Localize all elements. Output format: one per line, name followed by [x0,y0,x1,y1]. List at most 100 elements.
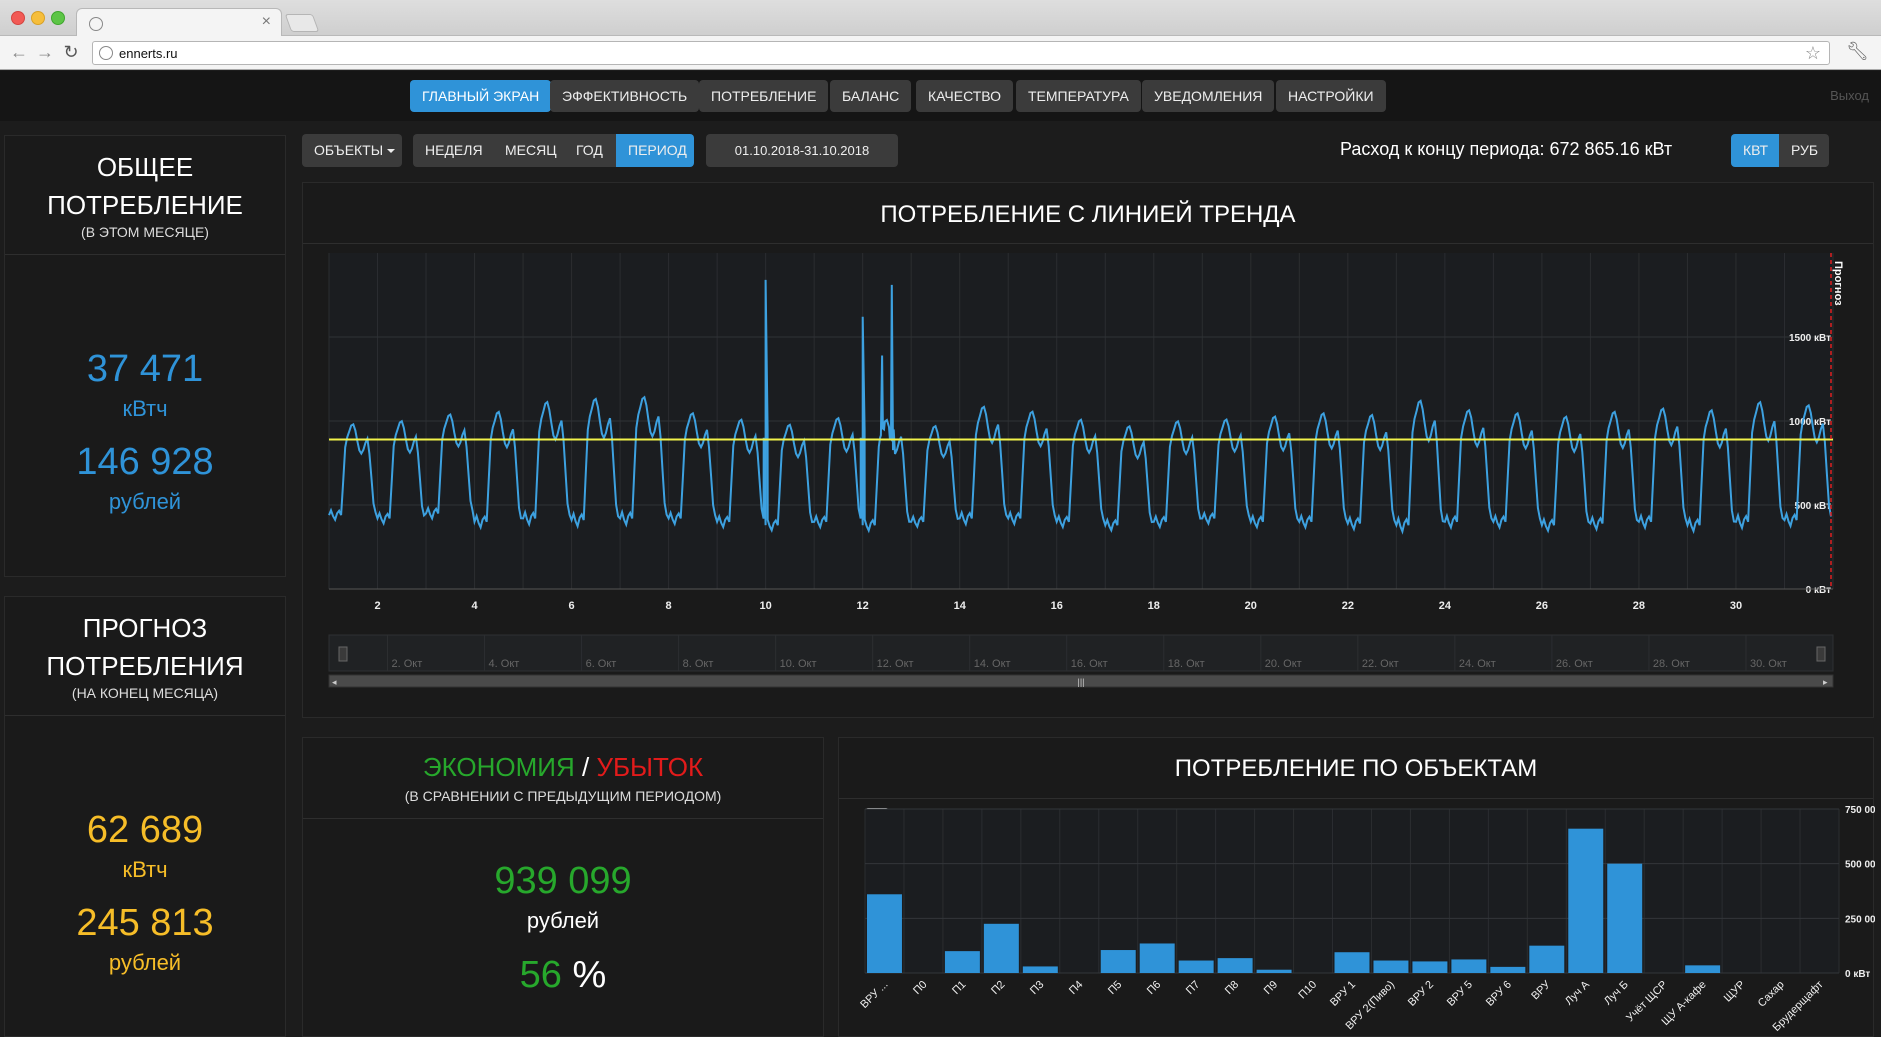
economy-panel: ЭКОНОМИЯ / УБЫТОК (В СРАВНЕНИИ С ПРЕДЫДУ… [302,737,824,1037]
x-tick-label: 4 [471,600,478,612]
x-category-label: ВРУ [1529,978,1553,1002]
reload-icon[interactable]: ↻ [60,42,82,63]
navigator-date-label: 24. Окт [1459,658,1496,670]
forecast-kwh-value: 62 689 [86,809,204,851]
bar [1373,960,1409,973]
url-text: ennerts.ru [119,46,178,61]
x-tick-label: 20 [1245,600,1257,612]
app-root: { "browser": { "url": "ennerts.ru" }, "n… [0,0,1881,1037]
objects-label: ОБЪЕКТЫ [314,142,384,158]
economy-title: ЭКОНОМИЯ [422,752,575,782]
bar [1607,863,1643,973]
bar [1451,959,1487,973]
nav-main-screen[interactable]: ГЛАВНЫЙ ЭКРАН [410,80,552,112]
nav-efficiency[interactable]: ЭФФЕКТИВНОСТЬ [550,80,700,112]
caret-down-icon [387,149,396,154]
browser-toolbar: ← → ↻ ennerts.ru ☆ 🔧︎ [0,36,1881,70]
x-category-label: П5 [1106,979,1124,997]
browser-tab[interactable]: × [76,8,282,38]
x-category-label: ВРУ 2 [1406,979,1436,1009]
y-tick-label: 1500 кВт [1789,333,1831,344]
loss-title: УБЫТОК [596,752,704,782]
back-arrow-icon[interactable]: ← [8,42,30,63]
year-button[interactable]: ГОД [564,134,616,167]
nav-settings[interactable]: НАСТРОЙКИ [1276,80,1386,112]
x-category-label: П7 [1184,979,1202,997]
bar [1178,960,1214,973]
navigator-date-label: 26. Окт [1556,658,1593,670]
y-tick-label: 500 кВт [1795,501,1832,512]
navigator-date-label: 6. Окт [586,658,617,670]
bookmark-star-icon[interactable]: ☆ [1805,43,1821,64]
date-range-field[interactable]: 01.10.2018-31.10.2018 [706,134,898,167]
y-tick-label: 1000 кВт [1789,417,1831,428]
objects-dropdown[interactable]: ОБЪЕКТЫ [302,134,402,167]
x-category-label: П4 [1067,979,1085,997]
navigator-date-label: 22. Окт [1362,658,1399,670]
total-title-line1: ОБЩЕЕ [96,152,194,182]
nav-quality[interactable]: КАЧЕСТВО [916,80,1014,112]
bar [944,951,980,973]
logout-link[interactable]: Выход [1830,88,1869,103]
x-tick-label: 22 [1342,600,1354,612]
bar [1217,958,1253,973]
total-title-line2: ПОТРЕБЛЕНИЕ [47,190,243,220]
x-tick-label: 28 [1633,600,1645,612]
forecast-label: Прогноз [1832,261,1844,306]
period-button[interactable]: ПЕРИОД [616,134,694,167]
objects-bar-chart: 0 кВт 250 000 кВт 500 000 кВт 750 000 кВт ВР… [858,805,1875,1034]
forward-arrow-icon[interactable]: → [34,42,56,63]
navigator-date-label: 4. Окт [489,658,520,670]
wrench-icon[interactable]: 🔧︎ [1846,41,1869,62]
unit-rub-button[interactable]: РУБ [1779,134,1829,167]
bar [1022,966,1058,973]
scroll-left-icon: ◂ [332,677,337,687]
forecast-rub-unit: рублей [108,950,182,975]
y-tick-label: 500 000 кВт [1845,860,1875,871]
maximize-window-icon[interactable] [51,11,65,25]
bar [1412,961,1448,973]
x-category-label: П9 [1262,979,1280,997]
month-button[interactable]: МЕСЯЦ [493,134,564,167]
close-window-icon[interactable] [11,11,25,25]
bar [1139,943,1175,973]
unit-kwt-button[interactable]: КВТ [1731,134,1779,167]
bar [1334,952,1370,973]
bar [1100,950,1136,973]
y-tick-label: 250 000 кВт [1845,914,1875,925]
navigator-date-label: 8. Окт [683,658,714,670]
divider [303,818,823,819]
new-tab-button[interactable] [284,14,320,32]
economy-percent: 56 [519,954,562,996]
x-category-label: Луч Б [1602,979,1631,1008]
minimize-window-icon[interactable] [31,11,45,25]
navigator-date-label: 14. Окт [974,658,1011,670]
title-separator: / [574,752,597,782]
x-tick-label: 30 [1730,600,1742,612]
week-button[interactable]: НЕДЕЛЯ [413,134,493,167]
nav-notifications[interactable]: УВЕДОМЛЕНИЯ [1142,80,1275,112]
scroll-right-icon: ▸ [1823,677,1828,687]
nav-balance[interactable]: БАЛАНС [830,80,912,112]
main-nav: ГЛАВНЫЙ ЭКРАН ЭФФЕКТИВНОСТЬ ПОТРЕБЛЕНИЕ … [0,71,1881,121]
navigator-date-label: 18. Окт [1168,658,1205,670]
address-bar[interactable]: ennerts.ru ☆ [92,41,1830,65]
period-forecast-text: Расход к концу периода: 672 865.16 кВт [1340,139,1673,159]
scroll-grip-icon: ||| [1077,677,1084,687]
tab-close-icon[interactable]: × [262,13,271,31]
navigator-left-handle [338,646,348,662]
x-category-label: П8 [1223,979,1241,997]
x-category-label: ВРУ 1 [1328,979,1358,1009]
x-category-label: ЩУР [1722,979,1748,1005]
navigator-date-label: 30. Окт [1750,658,1787,670]
x-category-label: ВРУ 6 [1484,979,1514,1009]
trend-chart-panel: ПОТРЕБЛЕНИЕ С ЛИНИЕЙ ТРЕНДА 0 кВт 500 кВт… [302,182,1874,718]
forecast-title-line2: ПОТРЕБЛЕНИЯ [46,651,244,681]
divider [5,715,285,716]
navigator-date-label: 2. Окт [392,658,423,670]
y-tick-label: 0 кВт [1845,969,1870,980]
nav-consumption[interactable]: ПОТРЕБЛЕНИЕ [699,80,829,112]
nav-temperature[interactable]: ТЕМПЕРАТУРА [1016,80,1141,112]
x-tick-label: 18 [1148,600,1160,612]
total-consumption-panel: ОБЩЕЕ ПОТРЕБЛЕНИЕ (В ЭТОМ МЕСЯЦЕ) 37 471… [4,135,286,577]
